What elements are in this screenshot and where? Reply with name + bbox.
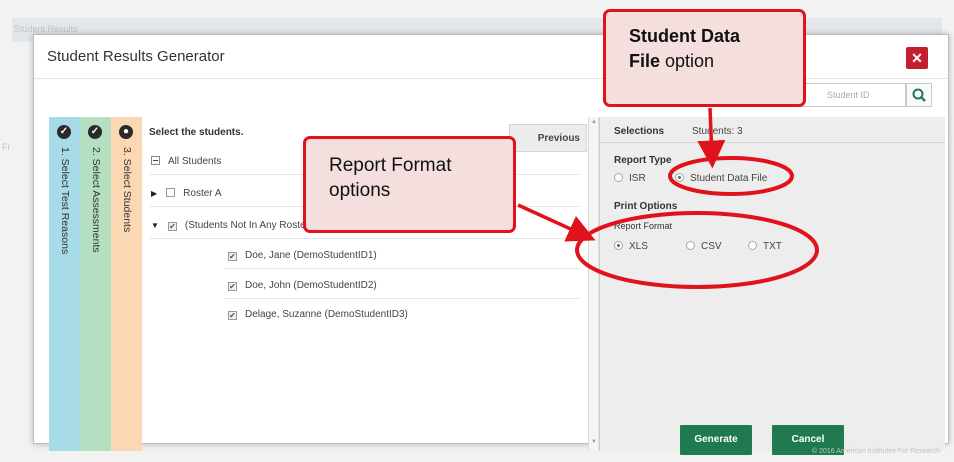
step-tab-select-test-reasons[interactable]: ✓ 1. Select Test Reasons [49,117,80,451]
all-students-label: All Students [168,156,222,167]
copyright-text: © 2016 American Institutes For Research [812,448,941,455]
radio-label: TXT [763,241,782,252]
radio-label: ISR [629,173,646,184]
generate-button[interactable]: Generate [680,425,752,455]
close-button[interactable]: ✕ [906,47,928,69]
callout-text: Report Format [329,155,452,176]
scroll-down-icon[interactable]: ▼ [591,439,597,445]
callout-bold-text: File [629,51,661,71]
student-row[interactable]: ✔ Doe, Jane (DemoStudentID1) [228,250,377,261]
callout-text: option [660,51,715,71]
scrollbar[interactable]: ▲ ▼ [589,117,599,451]
background-side-text: Fi [2,142,10,152]
report-type-isr[interactable]: ISR [614,173,646,184]
radio-selected[interactable] [675,173,684,182]
report-format-callout: Report Format options [303,136,516,233]
previous-button[interactable]: Previous [509,124,587,152]
checkbox[interactable] [166,188,176,197]
roster-a-row[interactable]: ▶ Roster A [151,188,222,199]
background-title: Student Results [14,24,78,34]
radio-label: XLS [629,241,648,252]
radio-unselected[interactable] [686,241,695,250]
radio-label: CSV [701,241,722,252]
search-icon [912,88,926,102]
student-row[interactable]: ✔ Doe, John (DemoStudentID2) [228,280,377,291]
scroll-up-icon[interactable]: ▲ [591,119,597,125]
callout-bold-text: Student Data [629,26,741,46]
student-row[interactable]: ✔ Delage, Suzanne (DemoStudentID3) [228,309,408,320]
unrostered-group-row[interactable]: ▼ ✔ (Students Not In Any Roster) [151,220,312,231]
student-name: Delage, Suzanne (DemoStudentID3) [245,309,408,320]
radio-label: Student Data File [690,173,768,184]
radio-unselected[interactable] [614,173,623,182]
divider [224,298,580,299]
student-search-input[interactable]: Student ID [794,83,906,107]
search-button[interactable] [906,83,932,107]
step-tab-select-assessments[interactable]: ✓ 2. Select Assessments [80,117,111,451]
checkbox-checked[interactable]: ✔ [167,222,177,231]
student-results-generator-modal: Student Results Generator ✕ Student ID ✓… [33,34,949,455]
format-csv[interactable]: CSV [686,241,722,252]
radio-selected[interactable] [614,241,623,250]
modal-title: Student Results Generator [47,48,225,65]
close-icon: ✕ [911,50,923,66]
student-name: Doe, John (DemoStudentID2) [245,280,377,291]
checkbox-checked[interactable]: ✔ [228,282,237,291]
roster-label: Roster A [183,188,222,199]
modal-header: Student Results Generator ✕ [34,35,948,79]
student-name: Doe, Jane (DemoStudentID1) [245,250,377,261]
divider [224,268,580,269]
format-txt[interactable]: TXT [748,241,782,252]
callout-text: options [329,180,391,201]
print-options-title: Print Options [614,201,678,212]
step-label: 1. Select Test Reasons [59,147,71,255]
checkbox-checked[interactable]: ✔ [228,252,237,261]
students-count: Students: 3 [692,126,743,137]
selections-title: Selections [614,126,665,137]
expand-arrow-icon[interactable]: ▶ [151,189,157,198]
check-icon: ✓ [88,125,102,139]
report-type-student-data-file[interactable]: Student Data File [675,173,767,184]
select-students-heading: Select the students. [149,127,244,138]
collapse-arrow-icon[interactable]: ▼ [151,221,159,230]
search-placeholder: Student ID [827,90,870,100]
selections-panel: Selections Students: 3 Report Type ISR S… [599,117,945,455]
step-label: 3. Select Students [121,147,133,233]
checkbox-checked[interactable]: ✔ [228,311,237,320]
step-label: 2. Select Assessments [90,147,102,253]
all-students-row[interactable]: All Students [151,156,221,167]
group-label: (Students Not In Any Roster) [184,220,313,231]
step-tab-select-students[interactable]: ● 3. Select Students [111,117,142,451]
report-format-title: Report Format [614,221,673,231]
selections-header: Selections Students: 3 [600,117,945,143]
report-type-title: Report Type [614,155,672,166]
radio-unselected[interactable] [748,241,757,250]
check-icon: ✓ [57,125,71,139]
format-xls[interactable]: XLS [614,241,648,252]
student-data-file-callout: Student Data File option [603,9,806,107]
partial-checkbox-icon[interactable] [151,156,160,165]
current-step-icon: ● [119,125,133,139]
divider [150,238,580,239]
